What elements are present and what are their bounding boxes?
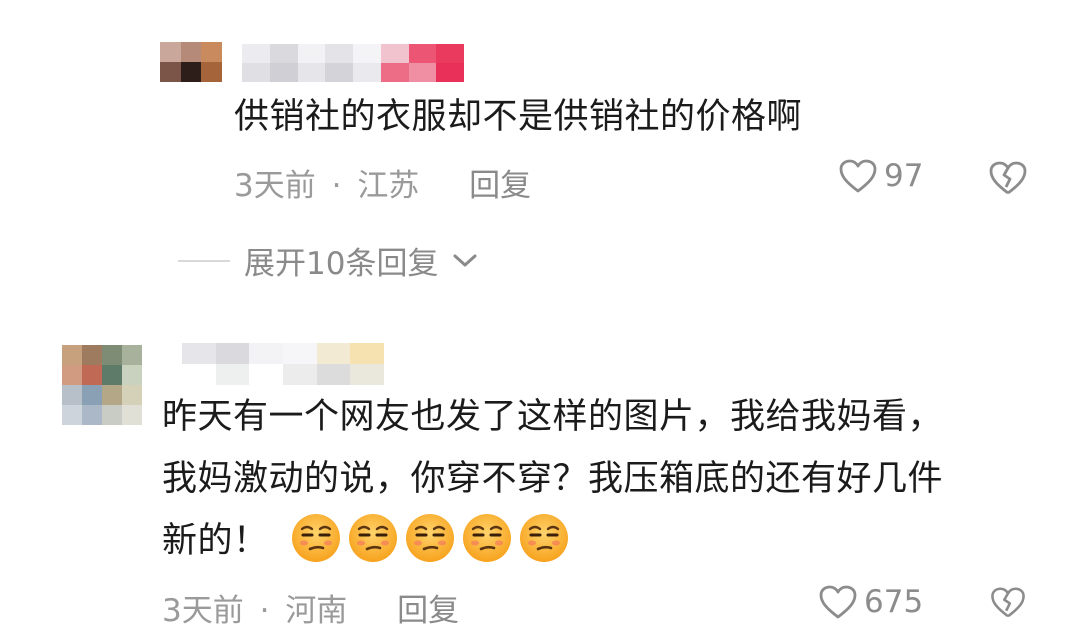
emoji-row [290,514,575,562]
reply-button[interactable]: 回复 [469,168,531,204]
broken-heart-icon [988,160,1028,196]
location: 河南 [285,593,348,629]
expand-replies-label: 展开10条回复 [244,246,439,282]
comment-text-line: 我妈激动的说，你穿不穿？我压箱底的还有好几件 [162,459,944,499]
smirk-face-emoji [404,512,456,564]
smirk-face-emoji [518,512,570,564]
timestamp: 3天前 [234,168,316,204]
comment-text: 供销社的衣服却不是供销社的价格啊 [234,86,802,148]
like-button[interactable]: 675 [818,584,923,620]
comment-text-line: 昨天有一个网友也发了这样的图片，我给我妈看， [162,397,944,437]
heart-outline-icon [818,584,858,620]
reply-button[interactable]: 回复 [397,593,459,629]
like-button[interactable]: 97 [838,158,923,194]
chevron-down-icon [452,252,478,270]
dislike-button[interactable] [988,160,1028,196]
like-count: 97 [884,158,924,194]
meta-separator: · [331,168,342,204]
comment-text: 昨天有一个网友也发了这样的图片，我给我妈看， 我妈激动的说，你穿不穿？我压箱底的… [162,386,943,572]
smirk-face-emoji [347,512,399,564]
comment-meta: 3天前 · 江苏 回复 [234,160,531,205]
location: 江苏 [357,168,420,204]
heart-outline-icon [838,158,878,194]
smirk-face-emoji [290,512,342,564]
comment-meta: 3天前 · 河南 回复 [162,585,459,630]
username[interactable] [242,44,464,82]
comment-text-line: 供销社的衣服却不是供销社的价格啊 [234,97,803,137]
dislike-button[interactable] [988,586,1028,619]
like-count: 675 [864,584,924,620]
comment-text-line: 新的！ [162,521,269,561]
username[interactable] [182,343,384,385]
meta-separator: · [259,593,270,629]
avatar[interactable] [160,42,222,82]
avatar[interactable] [62,345,142,425]
expand-divider [178,259,230,262]
smirk-face-emoji [461,512,513,564]
comment-text-last-line: 新的！ [162,510,943,572]
expand-replies-button[interactable]: 展开10条回复 [178,238,478,283]
timestamp: 3天前 [162,593,244,629]
broken-heart-icon [988,586,1028,619]
